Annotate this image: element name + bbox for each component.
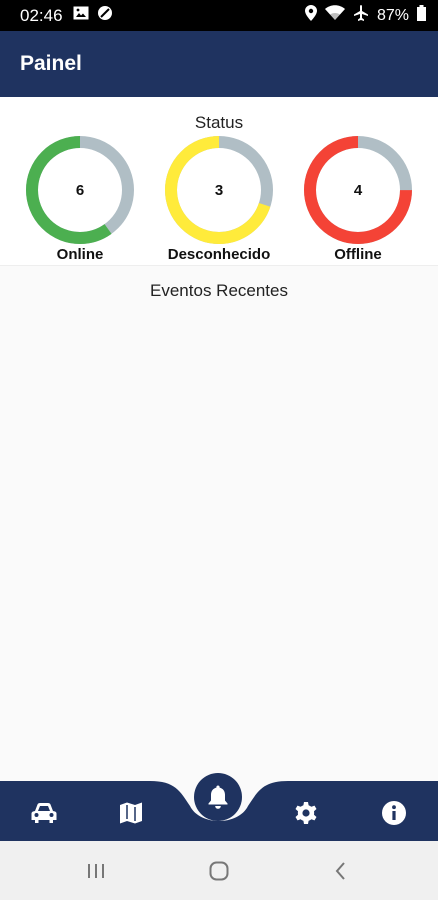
system-nav-bar	[0, 841, 438, 900]
donut-desconhecido[interactable]: 3	[163, 134, 275, 246]
count-offline: 4	[353, 181, 363, 199]
label-offline: Offline	[334, 246, 382, 263]
status-panel: Status 6 Online 3 Desconhecido 4 Offline	[0, 97, 438, 266]
battery-percent: 87%	[376, 6, 409, 24]
wifi-icon	[324, 5, 345, 26]
status-time: 02:46	[20, 5, 63, 25]
count-online: 6	[75, 181, 85, 199]
home-icon[interactable]	[204, 856, 234, 886]
gear-icon[interactable]	[286, 793, 326, 833]
image-icon	[73, 6, 89, 25]
airplane-icon	[353, 5, 369, 26]
donut-online[interactable]: 6	[24, 134, 136, 246]
bell-icon[interactable]	[194, 773, 242, 821]
no-entry-icon	[97, 5, 113, 26]
back-icon[interactable]	[326, 856, 356, 886]
recents-icon[interactable]	[81, 856, 111, 886]
app-bar: Painel	[0, 31, 438, 97]
donut-offline[interactable]: 4	[302, 134, 414, 246]
info-icon[interactable]	[374, 793, 414, 833]
status-title: Status	[194, 113, 244, 132]
battery-icon	[417, 5, 426, 26]
page-title: Painel	[20, 52, 82, 75]
location-icon	[304, 5, 317, 26]
status-bar: 02:46 87%	[0, 0, 438, 31]
map-icon[interactable]	[111, 793, 151, 833]
label-online: Online	[56, 246, 104, 263]
label-desconhecido: Desconhecido	[167, 246, 271, 263]
car-icon[interactable]	[24, 793, 64, 833]
events-title: Eventos Recentes	[150, 281, 288, 300]
count-desconhecido: 3	[214, 181, 224, 199]
